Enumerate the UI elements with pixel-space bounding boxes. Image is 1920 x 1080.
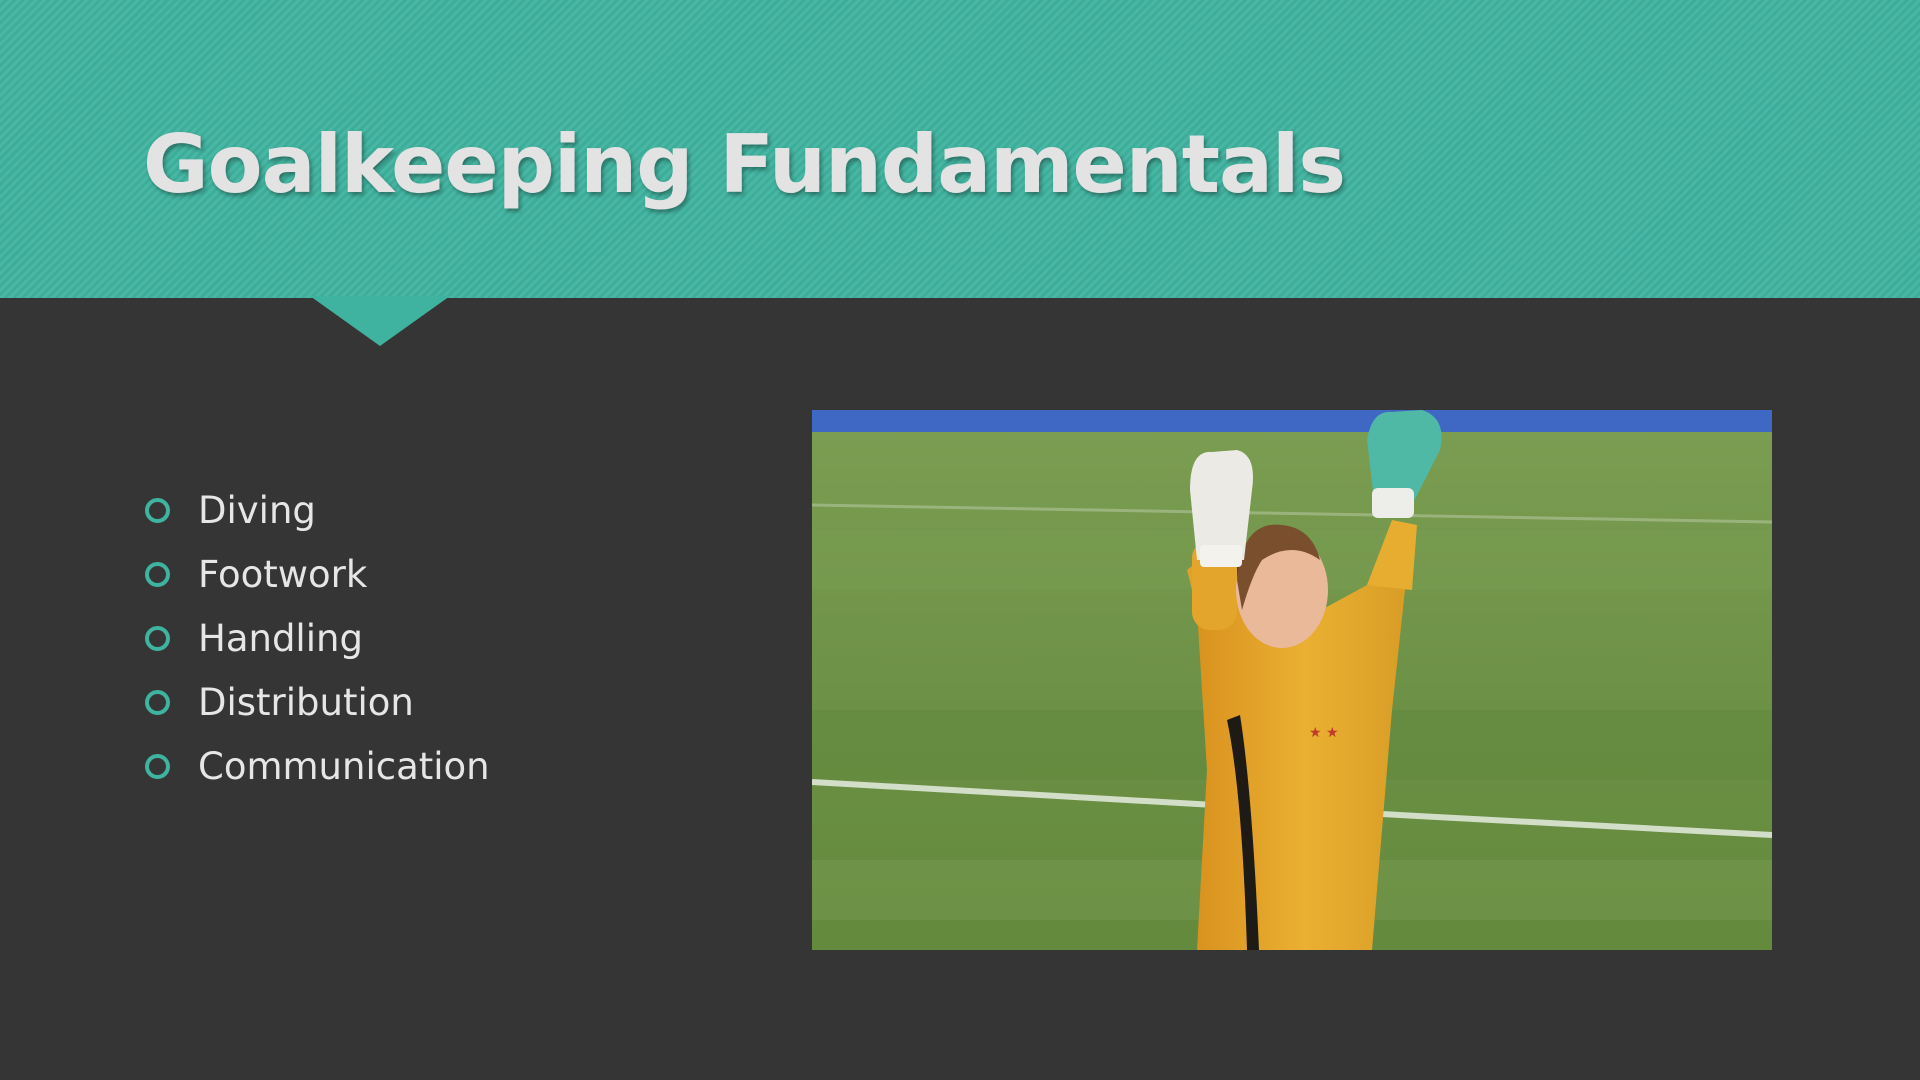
circle-bullet-icon	[145, 753, 170, 779]
white-glove	[1190, 450, 1253, 560]
banner-notch	[310, 296, 450, 346]
bullet-text: Distribution	[198, 680, 414, 724]
slide-title: Goalkeeping Fundamentals	[143, 118, 1346, 211]
list-item: Distribution	[145, 670, 490, 734]
bullet-text: Diving	[198, 488, 316, 532]
goalkeeper-photo: ★ ★	[812, 410, 1772, 950]
circle-bullet-icon	[145, 689, 170, 715]
list-item: Handling	[145, 606, 490, 670]
bullet-text: Communication	[198, 744, 490, 788]
bullet-text: Footwork	[198, 552, 368, 596]
bullet-list: Diving Footwork Handling Distribution Co…	[145, 478, 490, 798]
list-item: Communication	[145, 734, 490, 798]
list-item: Footwork	[145, 542, 490, 606]
goalkeeper-celebrating-illustration: ★ ★	[812, 410, 1772, 950]
list-item: Diving	[145, 478, 490, 542]
circle-bullet-icon	[145, 625, 170, 651]
circle-bullet-icon	[145, 561, 170, 587]
title-banner: Goalkeeping Fundamentals	[0, 0, 1920, 298]
svg-text:★ ★: ★ ★	[1309, 725, 1339, 741]
slide: Goalkeeping Fundamentals Diving Footwork…	[0, 0, 1920, 1080]
bullet-text: Handling	[198, 616, 363, 660]
circle-bullet-icon	[145, 497, 170, 523]
